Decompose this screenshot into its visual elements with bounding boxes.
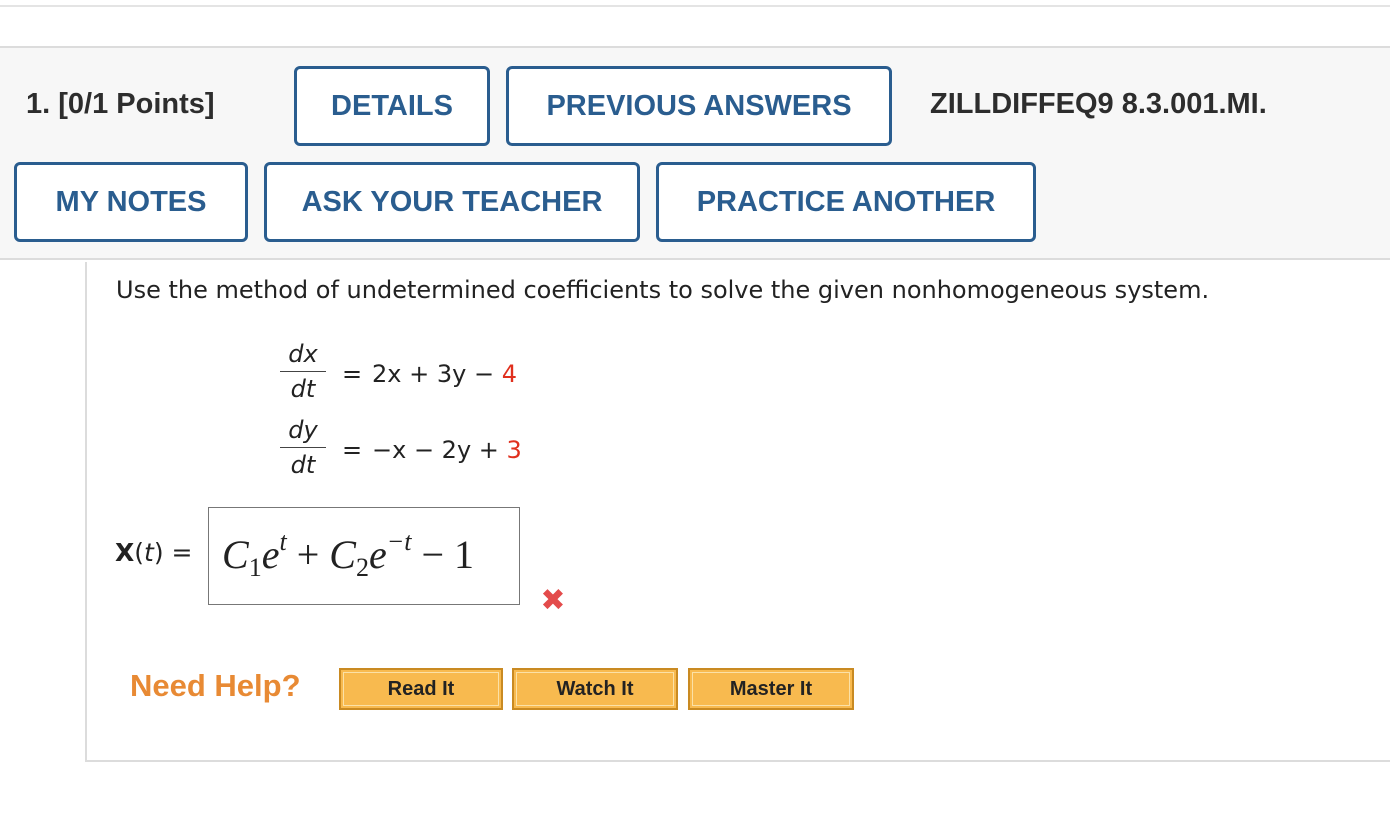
need-help-label: Need Help?: [130, 668, 301, 703]
answer-e2-sup: −t: [386, 527, 412, 556]
previous-answers-button[interactable]: PREVIOUS ANSWERS: [506, 66, 892, 146]
answer-plus: +: [286, 532, 330, 577]
answer-c2: C: [329, 532, 356, 577]
practice-another-button[interactable]: PRACTICE ANOTHER: [656, 162, 1036, 242]
eq2-denominator: dt: [290, 451, 316, 479]
answer-const: 1: [454, 532, 475, 577]
eq2-equals: =: [342, 436, 363, 464]
answer-c2-sub: 2: [355, 553, 369, 582]
my-notes-button[interactable]: MY NOTES: [14, 162, 248, 242]
answer-e1-sup: t: [279, 527, 287, 556]
answer-label: X(t) =: [115, 538, 193, 567]
wrong-x-icon: ✖: [540, 583, 566, 618]
eq1-numerator: dx: [288, 340, 318, 368]
dx-dt-fraction: dx dt: [278, 340, 328, 403]
answer-c1-sub: 1: [248, 553, 262, 582]
answer-e1: e: [261, 532, 280, 577]
eq2-rhs-terms: −x − 2y +: [372, 436, 499, 464]
eq1-rhs-terms: 2x + 3y −: [372, 360, 495, 388]
eq1-constant: 4: [501, 360, 517, 388]
answer-e2: e: [368, 532, 387, 577]
problem-prompt: Use the method of undetermined coefficie…: [116, 276, 1210, 304]
answer-minus: −: [411, 532, 455, 577]
question-code: ZILLDIFFEQ9 8.3.001.MI.: [930, 88, 1267, 120]
ask-your-teacher-button[interactable]: ASK YOUR TEACHER: [264, 162, 640, 242]
top-divider: [0, 5, 1390, 7]
eq2-rhs: −x − 2y + 3: [372, 436, 522, 464]
eq1-denominator: dt: [290, 375, 316, 403]
master-it-button[interactable]: Master It: [688, 668, 854, 710]
eq2-numerator: dy: [288, 416, 318, 444]
read-it-button[interactable]: Read It: [339, 668, 503, 710]
eq1-equals: =: [342, 360, 363, 388]
question-number: 1. [0/1 Points]: [26, 88, 215, 120]
details-button[interactable]: DETAILS: [294, 66, 490, 146]
eq2-constant: 3: [506, 436, 522, 464]
dy-dt-fraction: dy dt: [278, 416, 328, 479]
eq1-fraction-bar: [280, 371, 326, 372]
answer-c1: C: [222, 532, 249, 577]
answer-label-text: X(t) =: [115, 538, 193, 567]
eq1-rhs: 2x + 3y − 4: [372, 360, 517, 388]
answer-expression[interactable]: C1et + C2e−t − 1: [222, 527, 474, 583]
watch-it-button[interactable]: Watch It: [512, 668, 678, 710]
eq2-fraction-bar: [280, 447, 326, 448]
